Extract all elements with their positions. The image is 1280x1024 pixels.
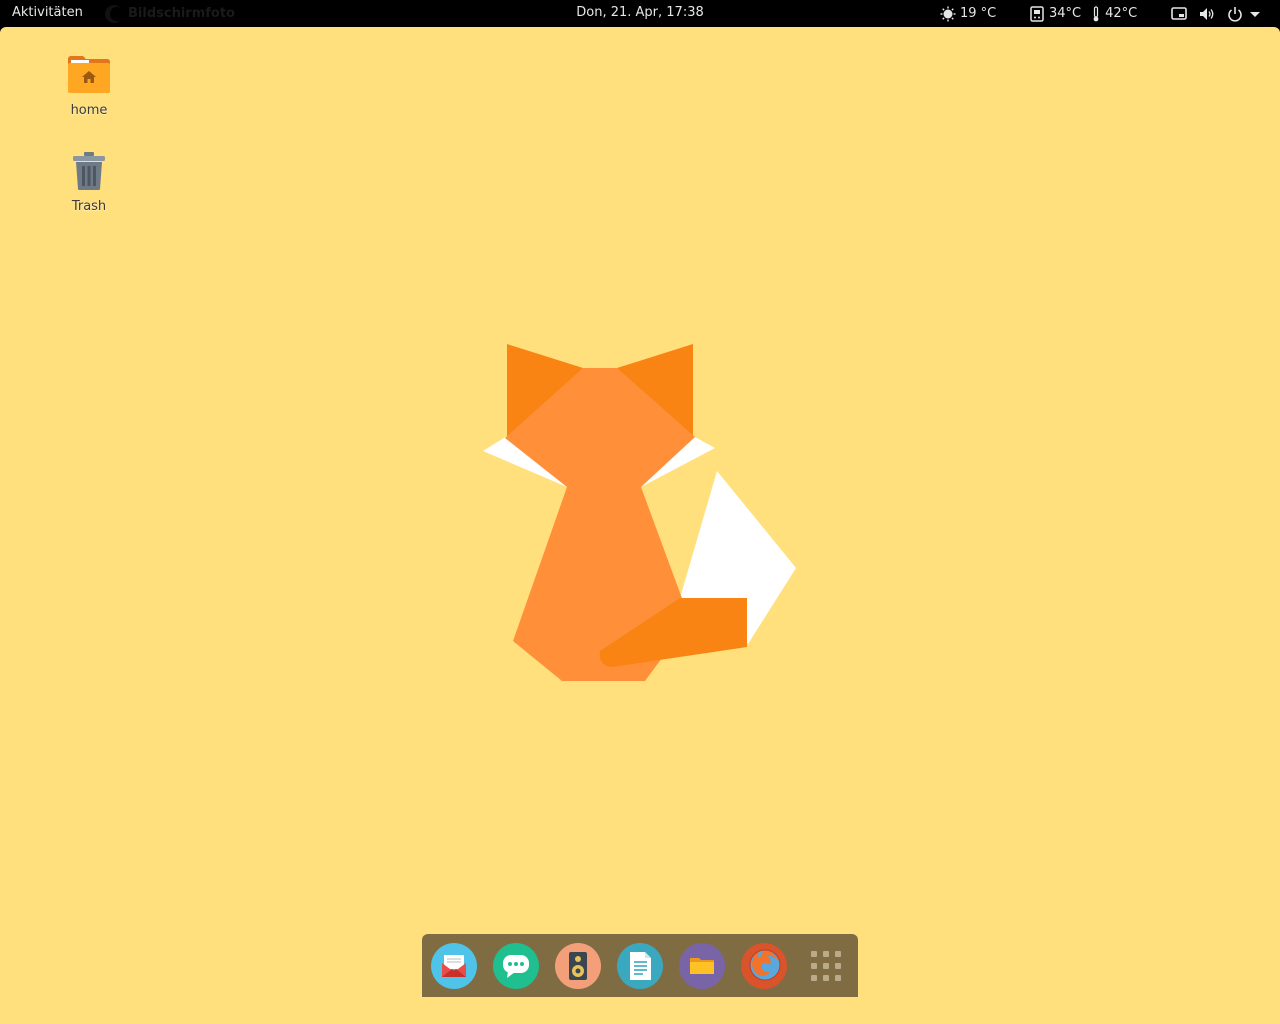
home-folder-icon [68,56,110,93]
fox-wallpaper [483,344,796,681]
power-icon[interactable] [1227,6,1243,22]
firefox-icon [749,949,781,981]
sensors-indicator[interactable]: 34°C 42°C [1029,0,1147,27]
app-menu[interactable]: Bildschirmfoto [104,3,235,24]
grid-icon [811,951,841,981]
volume-icon[interactable] [1199,6,1215,22]
screen-icon[interactable] [1171,6,1187,22]
dock-app-mail[interactable] [431,943,477,989]
dock [422,934,858,997]
dock-app-chat[interactable] [493,943,539,989]
weather-temperature: 19 °C [960,6,997,21]
desktop[interactable]: home Trash [0,27,1280,1024]
app-menu-label: Bildschirmfoto [128,6,235,21]
top-bar: Aktivitäten Bildschirmfoto Don, 21. Apr,… [0,0,1280,27]
chevron-down-icon[interactable] [1249,6,1261,22]
cpu-sensor-icon [1029,5,1045,22]
show-applications-button[interactable] [803,943,849,989]
folder-icon [690,958,714,974]
speaker-icon [569,952,587,980]
desktop-icon-label: Trash [71,199,107,214]
desktop-icon-home[interactable]: home [49,55,129,118]
system-tray[interactable] [1171,0,1261,27]
app-menu-icon [104,4,124,24]
activities-button[interactable]: Aktivitäten [12,5,83,20]
dock-app-files[interactable] [679,943,725,989]
chat-icon [503,955,529,978]
desktop-icon-trash[interactable]: Trash [49,151,129,214]
thermometer-icon [1091,5,1101,22]
cpu-temperature: 34°C [1049,6,1082,21]
dock-app-firefox[interactable] [741,943,787,989]
trash-icon [73,152,105,190]
weather-sun-icon [940,6,956,22]
dock-app-music[interactable] [555,943,601,989]
desktop-icon-label: home [70,103,108,118]
gpu-temperature: 42°C [1105,6,1138,21]
document-icon [630,952,651,980]
weather-indicator[interactable]: 19 °C [940,0,1006,27]
dock-app-text-editor[interactable] [617,943,663,989]
mail-icon [442,955,466,977]
clock-label[interactable]: Don, 21. Apr, 17:38 [576,5,704,20]
